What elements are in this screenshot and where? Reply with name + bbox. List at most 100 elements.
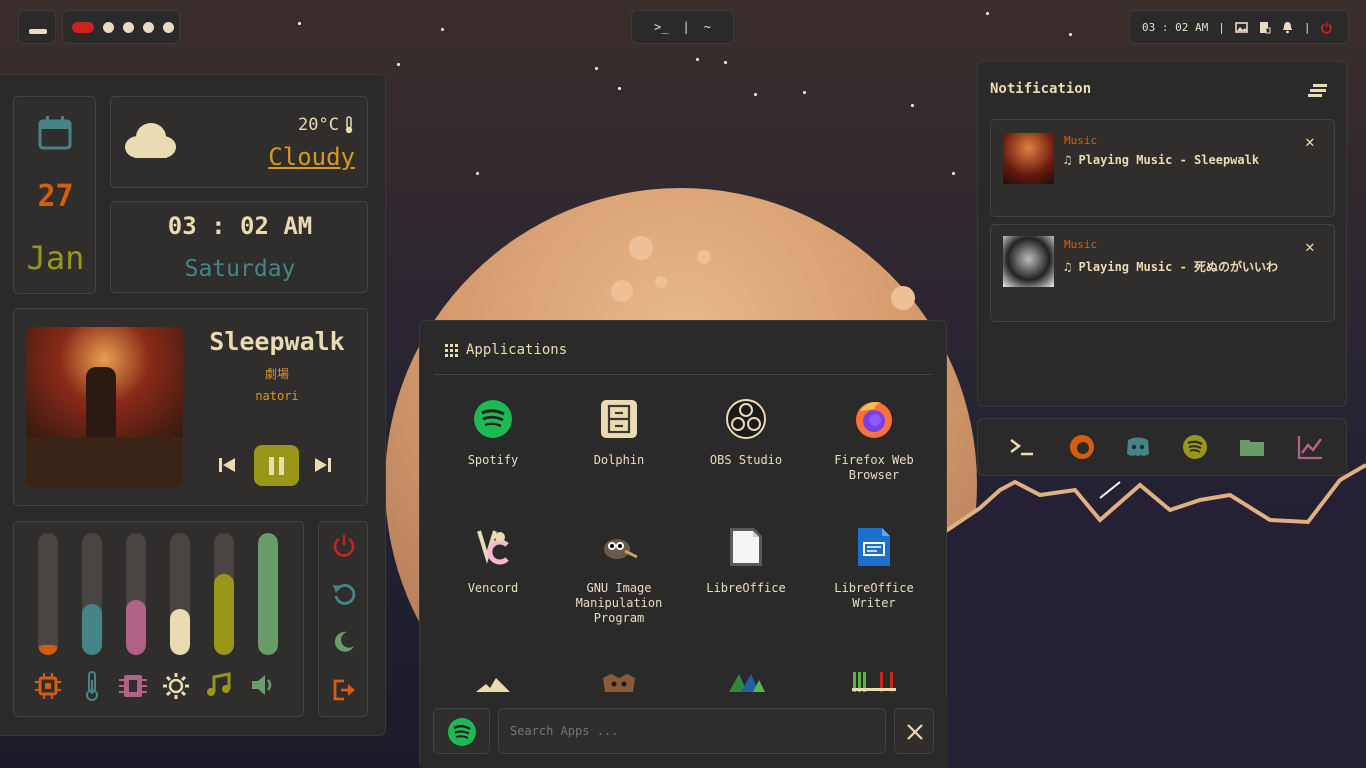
app-icon-partial-1[interactable]: [476, 674, 510, 692]
notification-album-art: [1003, 236, 1054, 287]
menu-icon: [29, 29, 47, 34]
app-label: OBS Studio: [709, 453, 783, 467]
terminal-prompt: >_: [654, 20, 669, 34]
power-icon[interactable]: [1320, 21, 1333, 34]
window-title: >_ | ~: [631, 10, 734, 44]
tray-separator-2: |: [1303, 20, 1311, 34]
temperature-level-fill: [82, 604, 102, 655]
app-icon-partial-2[interactable]: [601, 674, 637, 692]
libreoffice-writer-icon: [858, 528, 890, 566]
workspace-1-active[interactable]: [72, 21, 94, 33]
grid-icon: [445, 344, 458, 357]
status-tray: 03 : 02 AM | |: [1129, 10, 1349, 44]
next-track-icon[interactable]: [314, 457, 332, 473]
workspace-3[interactable]: [123, 21, 134, 33]
launcher-divider: [434, 374, 932, 375]
clock-time: 03 : 02 AM: [167, 212, 313, 240]
sleep-icon[interactable]: [332, 630, 356, 654]
spotify-icon: [448, 718, 476, 746]
spotify-shortcut-button[interactable]: [433, 708, 490, 754]
workspace-2[interactable]: [103, 21, 114, 33]
monitor-graph-icon[interactable]: [1296, 433, 1324, 461]
memory-icon: [119, 675, 147, 697]
notification-app: Music: [1064, 238, 1098, 251]
discord-icon[interactable]: [1124, 433, 1152, 461]
notification-item[interactable]: Music ♫ Playing Music - Sleepwalk ✕: [990, 119, 1335, 217]
app-label: LibreOffice Writer: [834, 581, 914, 610]
music-level-bar[interactable]: [214, 533, 234, 655]
cpu-level-bar[interactable]: [38, 533, 58, 655]
clock-card: 03 : 02 AM Saturday: [110, 201, 368, 293]
workspace-4[interactable]: [143, 21, 154, 33]
spotify-icon: [474, 400, 512, 438]
workspaces: [62, 10, 180, 44]
notification-center: Notification Music ♫ Playing Music - Sle…: [977, 61, 1347, 407]
play-pause-button[interactable]: [254, 445, 299, 486]
libreoffice-icon: [730, 528, 762, 566]
dashboard-panel: 27 Jan 20°C Cloudy 03 : 02 AM Saturday S…: [0, 74, 386, 736]
close-icon[interactable]: ✕: [1305, 237, 1315, 256]
restart-icon[interactable]: [332, 582, 356, 606]
volume-level-bar[interactable]: [258, 533, 278, 655]
separator: |: [682, 20, 690, 34]
logout-icon[interactable]: [332, 678, 356, 702]
launcher-button[interactable]: [18, 10, 56, 44]
previous-track-icon[interactable]: [218, 457, 236, 473]
cloud-icon: [125, 123, 176, 158]
close-icon[interactable]: ✕: [1305, 132, 1315, 151]
tray-clock: 03 : 02 AM: [1142, 20, 1209, 34]
workspace-5[interactable]: [163, 21, 174, 33]
track-album: 劇場: [264, 367, 289, 381]
app-vencord[interactable]: Vencord: [433, 527, 553, 596]
close-launcher-button[interactable]: [894, 708, 934, 754]
temperature-level-bar[interactable]: [82, 533, 102, 655]
app-icon-partial-4[interactable]: [852, 672, 896, 692]
app-libreoffice-writer[interactable]: LibreOffice Writer: [814, 527, 934, 611]
album-art: [26, 327, 183, 487]
notification-album-art: [1003, 133, 1054, 184]
spotify-icon[interactable]: [1181, 433, 1209, 461]
obs-icon: [726, 399, 766, 439]
app-launcher: Applications Spotify Dolphin OBS Studio …: [419, 320, 948, 768]
brightness-level-fill: [170, 609, 190, 655]
date-month: Jan: [26, 239, 85, 277]
music-note-icon: [207, 672, 231, 696]
app-label: LibreOffice: [706, 581, 786, 595]
app-libreoffice[interactable]: LibreOffice: [686, 527, 806, 596]
app-label: Dolphin: [593, 453, 645, 467]
app-firefox[interactable]: Firefox Web Browser: [814, 399, 934, 483]
screenshot-icon[interactable]: [1235, 21, 1248, 34]
app-gimp[interactable]: GNU Image Manipulation Program: [559, 527, 679, 626]
tray-separator: |: [1218, 20, 1225, 34]
app-dolphin[interactable]: Dolphin: [559, 399, 679, 468]
brightness-icon: [163, 673, 189, 699]
power-icon[interactable]: [332, 534, 356, 558]
app-label: GNU Image Manipulation Program: [575, 581, 663, 625]
terminal-icon[interactable]: [1008, 433, 1036, 461]
date-day: 27: [37, 179, 74, 214]
pause-icon: [269, 457, 284, 475]
search-apps-input[interactable]: [498, 708, 886, 754]
notification-item[interactable]: Music ♫ Playing Music - 死ぬのがいいわ ✕: [990, 224, 1335, 322]
bell-icon[interactable]: [1281, 21, 1294, 34]
volume-level-fill: [258, 533, 278, 655]
ram-level-bar[interactable]: [126, 533, 146, 655]
folder-icon[interactable]: [1238, 433, 1266, 461]
thermometer-icon: [86, 671, 98, 701]
clear-all-icon[interactable]: [1308, 82, 1328, 98]
close-icon: [907, 724, 923, 740]
current-dir: ~: [703, 20, 711, 34]
volume-icon: [252, 675, 272, 695]
firefox-icon[interactable]: [1068, 433, 1096, 461]
app-obs-studio[interactable]: OBS Studio: [686, 399, 806, 468]
gimp-icon: [604, 539, 638, 559]
app-spotify[interactable]: Spotify: [433, 399, 553, 468]
launcher-title: Applications: [466, 342, 568, 358]
brightness-level-bar[interactable]: [170, 533, 190, 655]
notification-title: Notification: [990, 81, 1092, 97]
clipboard-icon[interactable]: [1258, 21, 1271, 34]
app-icon-partial-3[interactable]: [729, 674, 765, 692]
weather-temperature: 20°C: [298, 115, 339, 135]
music-player-card: Sleepwalk 劇場 natori: [13, 308, 368, 506]
ram-level-fill: [126, 600, 146, 655]
